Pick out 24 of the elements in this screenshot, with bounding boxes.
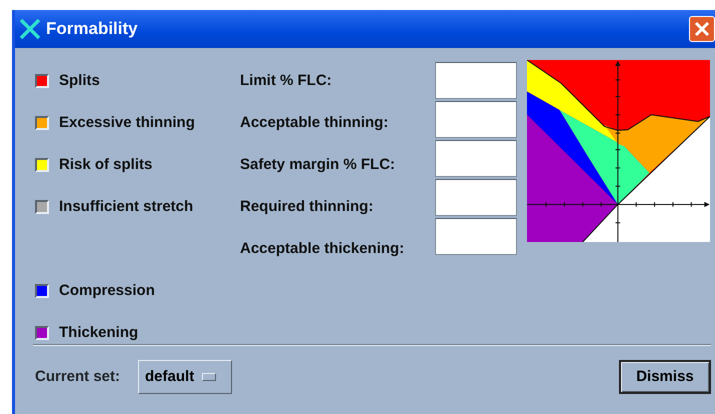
close-button[interactable]	[689, 16, 715, 42]
field-label: Acceptable thickening:	[240, 238, 404, 259]
legend-label: Splits	[59, 70, 100, 91]
legend-label: Insufficient stretch	[59, 196, 194, 217]
input-field[interactable]	[435, 140, 517, 177]
field-label: Required thinning:	[240, 196, 374, 217]
input-field[interactable]	[435, 62, 517, 99]
dropdown-indicator-icon	[202, 373, 216, 381]
close-icon	[694, 21, 710, 37]
current-set-label: Current set:	[35, 366, 120, 387]
dismiss-button[interactable]: Dismiss	[619, 360, 711, 394]
legend-label: Excessive thinning	[59, 112, 195, 133]
input-field[interactable]	[435, 218, 517, 255]
current-set-dropdown[interactable]: default	[138, 360, 232, 394]
input-field[interactable]	[435, 179, 517, 216]
field-label: Safety margin % FLC:	[240, 154, 396, 175]
app-icon	[19, 18, 41, 40]
field-label: Acceptable thinning:	[240, 112, 388, 133]
legend-label: Risk of splits	[59, 154, 152, 175]
field-label: Limit % FLC:	[240, 70, 332, 91]
input-field[interactable]	[435, 101, 517, 138]
legend-label: Compression	[59, 280, 155, 301]
legend-label: Thickening	[59, 322, 138, 343]
window-title: Formability	[46, 18, 138, 40]
